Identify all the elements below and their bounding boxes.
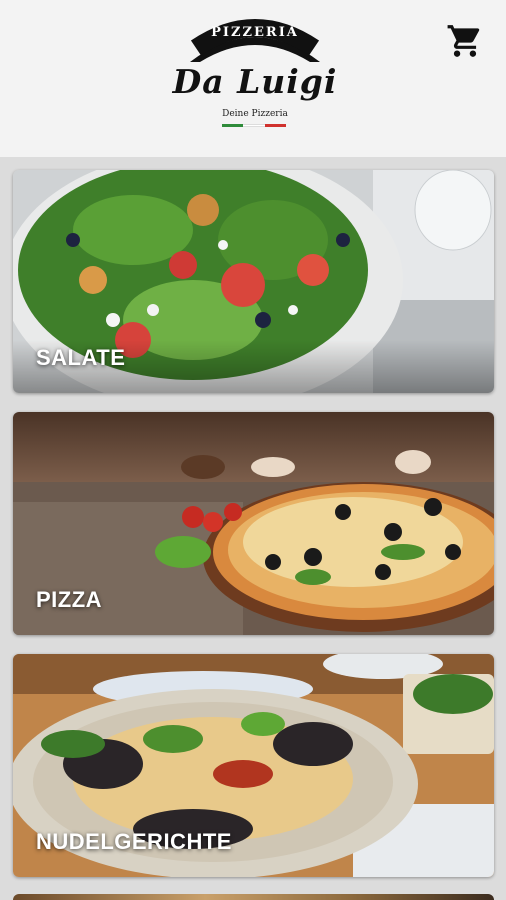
brand-top-text: PIZZERIA [211,25,299,40]
category-card-next[interactable] [13,894,494,900]
category-card-nudelgerichte[interactable]: NUDELGERICHTE [13,654,494,877]
category-label: NUDELGERICHTE [36,829,232,854]
category-label: PIZZA [36,587,103,612]
app-header: PIZZERIA Da Luigi Deine Pizzeria [0,0,506,157]
italian-flag-bar [222,124,286,127]
category-card-salate[interactable]: SALATE [13,170,494,393]
brand-name: Da Luigi [172,62,338,101]
category-card-pizza[interactable]: PIZZA [13,412,494,635]
pizzeria-logo: PIZZERIA Da Luigi Deine Pizzeria [170,18,340,133]
shopping-cart-icon[interactable] [446,22,484,60]
category-label: SALATE [36,345,126,370]
brand-subtitle: Deine Pizzeria [222,109,288,119]
